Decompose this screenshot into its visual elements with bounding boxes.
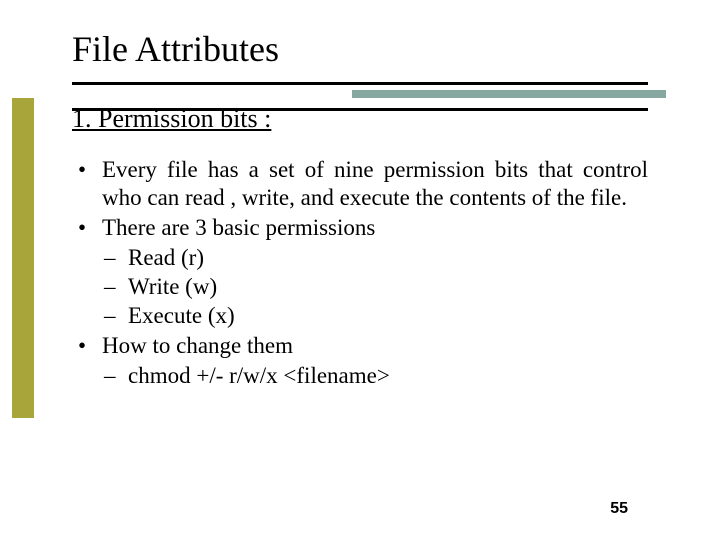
bullet-text: How to change them bbox=[102, 333, 293, 358]
content-body: Every file has a set of nine permission … bbox=[72, 156, 648, 391]
sub-bullet-list: Read (r) Write (w) Execute (x) bbox=[102, 244, 648, 330]
accent-vertical-bar bbox=[12, 98, 34, 418]
list-item: There are 3 basic permissions Read (r) W… bbox=[72, 214, 648, 330]
bullet-text: Every file has a set of nine permission … bbox=[102, 157, 648, 210]
sub-bullet-text: Read (r) bbox=[128, 245, 204, 270]
list-item: Every file has a set of nine permission … bbox=[72, 156, 648, 212]
bullet-text: There are 3 basic permissions bbox=[102, 215, 375, 240]
slide: File Attributes 1. Permission bits : Eve… bbox=[0, 0, 720, 540]
page-number: 55 bbox=[610, 500, 628, 518]
rule-teal bbox=[352, 90, 666, 98]
list-item: Read (r) bbox=[102, 244, 648, 273]
bullet-list: Every file has a set of nine permission … bbox=[72, 156, 648, 391]
list-item: How to change them chmod +/- r/w/x <file… bbox=[72, 332, 648, 391]
sub-bullet-text: chmod +/- r/w/x <filename> bbox=[128, 363, 390, 388]
page-title: File Attributes bbox=[72, 28, 648, 70]
list-item: Execute (x) bbox=[102, 302, 648, 331]
rule-top bbox=[72, 82, 648, 85]
sub-bullet-list: chmod +/- r/w/x <filename> bbox=[102, 362, 648, 391]
list-item: chmod +/- r/w/x <filename> bbox=[102, 362, 648, 391]
sub-bullet-text: Execute (x) bbox=[128, 303, 235, 328]
sub-bullet-text: Write (w) bbox=[128, 274, 217, 299]
list-item: Write (w) bbox=[102, 273, 648, 302]
subtitle: 1. Permission bits : bbox=[72, 104, 648, 134]
